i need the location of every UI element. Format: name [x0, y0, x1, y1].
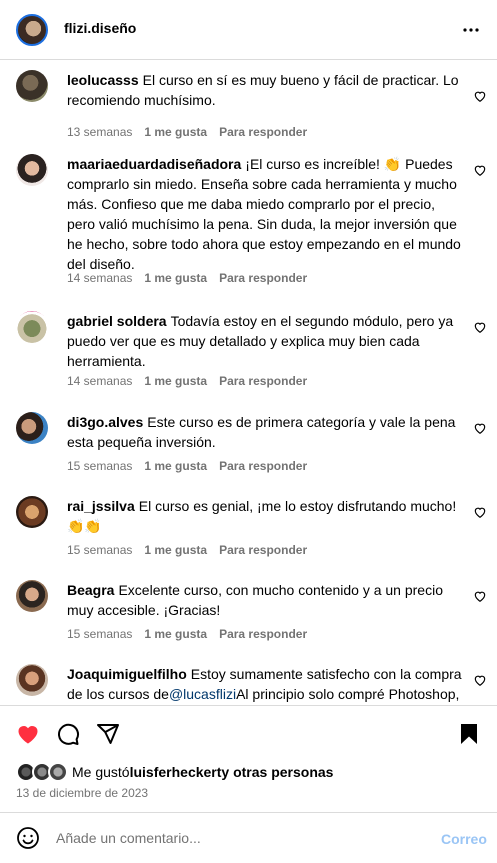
heart-outline-icon[interactable]: [473, 421, 487, 435]
author-avatar[interactable]: [16, 14, 48, 46]
comment-likes[interactable]: 1 me gusta: [144, 459, 207, 473]
comment-meta: 13 semanas 1 me gusta Para responder: [67, 125, 307, 139]
commenter-username[interactable]: di3go.alves: [67, 414, 143, 430]
comment-time[interactable]: 13 semanas: [67, 125, 132, 139]
comment-icon[interactable]: [56, 722, 80, 746]
comment-likes[interactable]: 1 me gusta: [144, 125, 207, 139]
reply-button[interactable]: Para responder: [219, 459, 307, 473]
likes-suffix: y otras personas: [221, 764, 334, 780]
reply-button[interactable]: Para responder: [219, 271, 307, 285]
heart-outline-icon[interactable]: [473, 320, 487, 334]
reply-button[interactable]: Para responder: [219, 543, 307, 557]
comment-meta: 15 semanas 1 me gusta Para responder: [67, 459, 307, 473]
comment-meta: 15 semanas 1 me gusta Para responder: [67, 543, 307, 557]
comment-text-continued: Al principio solo compré Photoshop,: [236, 686, 460, 702]
commenter-username[interactable]: maariaeduardadiseñadora: [67, 156, 241, 172]
comment-input[interactable]: [56, 825, 426, 851]
add-comment-bar: Correo: [0, 812, 497, 863]
comment-text: ¡El curso es increíble! 👏 Puedes comprar…: [67, 156, 461, 272]
reply-button[interactable]: Para responder: [219, 374, 307, 388]
author-username[interactable]: flizi.diseño: [64, 20, 136, 36]
comment-meta: 14 semanas 1 me gusta Para responder: [67, 271, 307, 285]
comment-time[interactable]: 15 semanas: [67, 543, 132, 557]
post-actions: Me gustó luisferheckert y otras personas…: [0, 705, 497, 813]
emoji-icon[interactable]: [16, 826, 40, 850]
commenter-avatar[interactable]: [16, 580, 48, 612]
mention-link[interactable]: @lucasflizi: [169, 686, 236, 702]
commenter-username[interactable]: Beagra: [67, 582, 114, 598]
comment-time[interactable]: 14 semanas: [67, 374, 132, 388]
commenter-avatar[interactable]: [16, 496, 48, 528]
heart-outline-icon[interactable]: [473, 163, 487, 177]
commenter-username[interactable]: Joaquimiguelfilho: [67, 666, 187, 682]
comments-list[interactable]: leolucasss El curso en sí es muy bueno y …: [0, 61, 497, 704]
heart-outline-icon[interactable]: [473, 89, 487, 103]
likes-summary[interactable]: Me gustó luisferheckert y otras personas: [16, 762, 333, 782]
commenter-avatar[interactable]: [16, 154, 48, 186]
post-date: 13 de diciembre de 2023: [16, 786, 149, 800]
commenter-avatar[interactable]: [16, 412, 48, 444]
comment-meta: 14 semanas 1 me gusta Para responder: [67, 374, 307, 388]
heart-filled-icon[interactable]: [16, 722, 40, 746]
comment-meta: 15 semanas 1 me gusta Para responder: [67, 627, 307, 641]
bookmark-icon[interactable]: [457, 722, 481, 746]
heart-outline-icon[interactable]: [473, 589, 487, 603]
commenter-username[interactable]: leolucasss: [67, 72, 139, 88]
reply-button[interactable]: Para responder: [219, 125, 307, 139]
comment-time[interactable]: 15 semanas: [67, 627, 132, 641]
commenter-avatar[interactable]: [16, 664, 48, 696]
commenter-avatar[interactable]: [16, 70, 48, 102]
comment-likes[interactable]: 1 me gusta: [144, 374, 207, 388]
comment-time[interactable]: 14 semanas: [67, 271, 132, 285]
post-header: flizi.diseño: [0, 0, 497, 60]
post-comment-button[interactable]: Correo: [441, 831, 487, 847]
heart-outline-icon[interactable]: [473, 505, 487, 519]
commenter-avatar-story[interactable]: [16, 311, 48, 343]
liker-avatars: [16, 762, 68, 782]
liker-username[interactable]: luisferheckert: [130, 764, 222, 780]
comment-likes[interactable]: 1 me gusta: [144, 627, 207, 641]
comment-text: Excelente curso, con mucho contenido y a…: [67, 582, 443, 618]
comment-likes[interactable]: 1 me gusta: [144, 271, 207, 285]
commenter-username[interactable]: rai_jssilva: [67, 498, 135, 514]
likes-prefix: Me gustó: [72, 764, 130, 780]
commenter-username[interactable]: gabriel soldera: [67, 313, 167, 329]
heart-outline-icon[interactable]: [473, 673, 487, 687]
send-icon[interactable]: [96, 722, 120, 746]
more-horizontal-icon[interactable]: [459, 18, 483, 42]
comment-likes[interactable]: 1 me gusta: [144, 543, 207, 557]
reply-button[interactable]: Para responder: [219, 627, 307, 641]
comment-time[interactable]: 15 semanas: [67, 459, 132, 473]
